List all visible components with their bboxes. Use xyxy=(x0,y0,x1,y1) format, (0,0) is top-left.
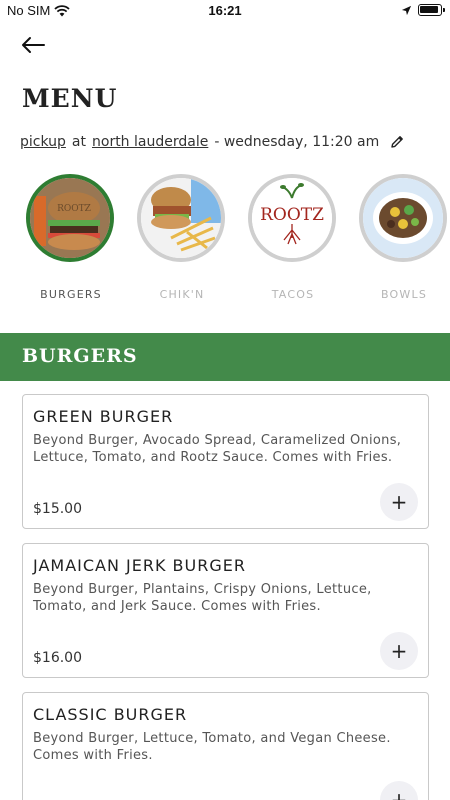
svg-text:ROOTZ: ROOTZ xyxy=(57,204,91,214)
tacos-logo-text: ROOTZ xyxy=(260,205,324,225)
back-arrow-icon xyxy=(22,37,45,53)
menu-item-price: $15.00 xyxy=(33,501,82,517)
menu-item-description: Beyond Burger, Plantains, Crispy Onions,… xyxy=(33,582,372,614)
category-chikn-label: CHIK'N xyxy=(159,288,205,301)
category-chikn-image xyxy=(137,174,225,262)
status-bar: No SIM 16:21 xyxy=(0,0,450,22)
plus-icon: + xyxy=(390,639,408,663)
menu-item-price: $16.00 xyxy=(33,650,82,666)
battery-icon xyxy=(418,4,445,16)
order-location-link[interactable]: north lauderdale xyxy=(92,134,208,150)
category-carousel[interactable]: ROOTZ BURGERS CHIK'N ROOTZ TACOS BOWLS xyxy=(0,174,450,314)
order-connector: at xyxy=(71,134,86,150)
page-title: MENU xyxy=(22,84,118,113)
order-info: pickup at north lauderdale - wednesday, … xyxy=(20,134,405,150)
status-time: 16:21 xyxy=(208,3,242,18)
order-datetime: - wednesday, 11:20 am xyxy=(214,134,380,150)
add-item-button[interactable]: + xyxy=(380,483,418,521)
menu-item-card[interactable]: CLASSIC BURGER Beyond Burger, Lettuce, T… xyxy=(22,692,429,800)
category-bowls-image xyxy=(359,174,447,262)
menu-item-card[interactable]: JAMAICAN JERK BURGER Beyond Burger, Plan… xyxy=(22,543,429,678)
menu-item-name: CLASSIC BURGER xyxy=(33,705,188,724)
menu-item-description: Beyond Burger, Lettuce, Tomato, and Vega… xyxy=(33,731,391,763)
menu-item-name: JAMAICAN JERK BURGER xyxy=(33,556,246,575)
category-burgers-image: ROOTZ xyxy=(26,174,114,262)
category-bowls-label: BOWLS xyxy=(381,288,427,301)
menu-item-description: Beyond Burger, Avocado Spread, Carameliz… xyxy=(33,433,402,465)
category-tacos[interactable]: ROOTZ TACOS xyxy=(248,174,338,301)
add-item-button[interactable]: + xyxy=(380,781,418,800)
category-chikn[interactable]: CHIK'N xyxy=(137,174,227,301)
plus-icon: + xyxy=(390,788,408,800)
menu-item-card[interactable]: GREEN BURGER Beyond Burger, Avocado Spre… xyxy=(22,394,429,529)
category-tacos-label: TACOS xyxy=(271,288,315,301)
category-tacos-image: ROOTZ xyxy=(248,174,336,262)
category-burgers-label: BURGERS xyxy=(40,288,102,301)
add-item-button[interactable]: + xyxy=(380,632,418,670)
order-mode-link[interactable]: pickup xyxy=(20,134,66,150)
edit-pencil-icon[interactable] xyxy=(389,134,405,150)
plus-icon: + xyxy=(390,490,408,514)
back-button[interactable] xyxy=(18,32,48,58)
location-arrow-icon xyxy=(401,5,412,15)
section-header: BURGERS xyxy=(0,333,450,381)
category-bowls[interactable]: BOWLS xyxy=(359,174,449,301)
menu-item-name: GREEN BURGER xyxy=(33,407,174,426)
category-burgers[interactable]: ROOTZ BURGERS xyxy=(26,174,116,301)
status-right xyxy=(401,4,445,16)
section-title: BURGERS xyxy=(22,345,138,367)
